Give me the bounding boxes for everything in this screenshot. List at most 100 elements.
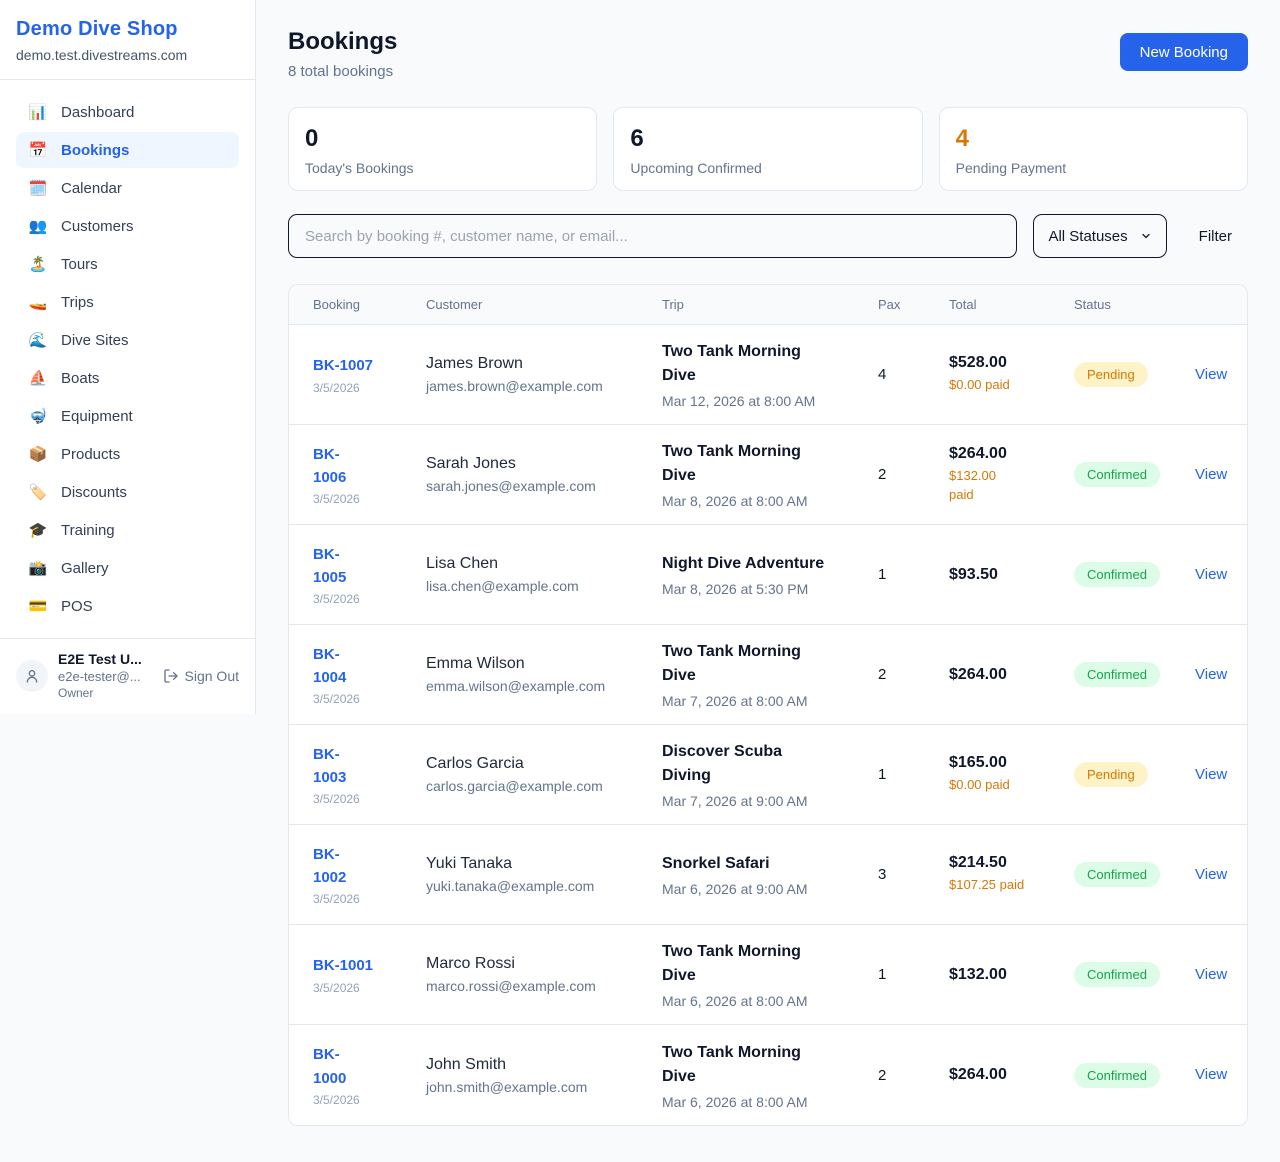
booking-date: 3/5/2026: [313, 981, 414, 995]
view-link[interactable]: View: [1195, 566, 1227, 583]
column-header-status: Status: [1074, 297, 1195, 312]
customer-name: Yuki Tanaka: [426, 855, 650, 873]
view-link[interactable]: View: [1195, 766, 1227, 783]
sidebar-item-label: Tours: [61, 256, 98, 273]
user-role: Owner: [58, 686, 142, 700]
sidebar-item-pos[interactable]: 💳 POS: [16, 588, 239, 624]
pax-count: 1: [878, 566, 949, 583]
status-badge: Confirmed: [1074, 562, 1160, 587]
sidebar-item-tours[interactable]: 🏝️ Tours: [16, 246, 239, 282]
nav-icon: 🤿: [28, 407, 48, 425]
filter-button[interactable]: Filter: [1183, 228, 1248, 245]
sign-out-button[interactable]: Sign Out: [163, 668, 239, 684]
pax-count: 1: [878, 766, 949, 783]
view-link[interactable]: View: [1195, 1066, 1227, 1083]
sign-out-label: Sign Out: [185, 668, 239, 684]
trip-name: Discover Scuba Diving: [662, 740, 866, 788]
trip-name: Snorkel Safari: [662, 852, 866, 876]
customer-name: Sarah Jones: [426, 455, 650, 473]
booking-id-link[interactable]: BK- 1004: [313, 643, 414, 690]
column-header-booking: Booking: [313, 297, 426, 312]
brand-title: Demo Dive Shop: [16, 18, 239, 41]
trip-cell: Night Dive Adventure Mar 8, 2026 at 5:30…: [662, 552, 878, 597]
trip-datetime: Mar 6, 2026 at 9:00 AM: [662, 881, 866, 897]
customer-email: lisa.chen@example.com: [426, 578, 650, 594]
nav-icon: 📊: [28, 103, 48, 121]
paid-amount: $132.00 paid: [949, 467, 1062, 505]
sidebar-item-bookings[interactable]: 📅 Bookings: [16, 132, 239, 168]
trip-datetime: Mar 8, 2026 at 5:30 PM: [662, 581, 866, 597]
booking-id-link[interactable]: BK-1007: [313, 354, 414, 377]
view-link[interactable]: View: [1195, 666, 1227, 683]
stat-label: Today's Bookings: [305, 160, 580, 176]
total-amount: $132.00: [949, 966, 1062, 984]
trip-name: Two Tank Morning Dive: [662, 340, 866, 388]
customer-cell: Lisa Chen lisa.chen@example.com: [426, 555, 662, 594]
trip-cell: Two Tank Morning Dive Mar 7, 2026 at 8:0…: [662, 640, 878, 709]
avatar: [16, 660, 48, 692]
customer-email: john.smith@example.com: [426, 1079, 650, 1095]
stat-value: 6: [630, 125, 905, 153]
sign-out-icon: [163, 668, 179, 684]
sidebar-item-calendar[interactable]: 🗓️ Calendar: [16, 170, 239, 206]
status-cell: Pending: [1074, 362, 1195, 387]
total-amount: $264.00: [949, 445, 1062, 463]
booking-id-link[interactable]: BK- 1000: [313, 1043, 414, 1090]
booking-id-link[interactable]: BK- 1006: [313, 443, 414, 490]
total-cell: $93.50: [949, 566, 1074, 584]
customer-name: Emma Wilson: [426, 655, 650, 673]
customer-cell: John Smith john.smith@example.com: [426, 1056, 662, 1095]
status-badge: Confirmed: [1074, 862, 1160, 887]
new-booking-button[interactable]: New Booking: [1120, 33, 1248, 71]
trip-cell: Two Tank Morning Dive Mar 8, 2026 at 8:0…: [662, 440, 878, 509]
sidebar-item-label: Training: [61, 522, 115, 539]
trip-cell: Discover Scuba Diving Mar 7, 2026 at 9:0…: [662, 740, 878, 809]
booking-date: 3/5/2026: [313, 592, 414, 606]
total-amount: $165.00: [949, 754, 1062, 772]
booking-id-link[interactable]: BK- 1005: [313, 543, 414, 590]
sidebar-item-equipment[interactable]: 🤿 Equipment: [16, 398, 239, 434]
sidebar-item-dive-sites[interactable]: 🌊 Dive Sites: [16, 322, 239, 358]
sidebar-item-boats[interactable]: ⛵ Boats: [16, 360, 239, 396]
sidebar-item-dashboard[interactable]: 📊 Dashboard: [16, 94, 239, 130]
table-row: BK- 1003 3/5/2026 Carlos Garcia carlos.g…: [289, 725, 1247, 825]
person-icon: [24, 668, 40, 684]
sidebar-item-label: Discounts: [61, 484, 127, 501]
view-link[interactable]: View: [1195, 366, 1227, 383]
stat-value: 0: [305, 125, 580, 153]
sidebar-item-label: Calendar: [61, 180, 122, 197]
sidebar-item-customers[interactable]: 👥 Customers: [16, 208, 239, 244]
search-input[interactable]: [288, 214, 1017, 258]
view-link[interactable]: View: [1195, 466, 1227, 483]
sidebar-item-discounts[interactable]: 🏷️ Discounts: [16, 474, 239, 510]
paid-amount: $107.25 paid: [949, 876, 1062, 895]
customer-name: John Smith: [426, 1056, 650, 1074]
view-link[interactable]: View: [1195, 866, 1227, 883]
user-name: E2E Test U...: [58, 651, 142, 667]
nav-icon: 💳: [28, 597, 48, 615]
booking-id-link[interactable]: BK- 1003: [313, 743, 414, 790]
sidebar-item-training[interactable]: 🎓 Training: [16, 512, 239, 548]
pax-count: 3: [878, 866, 949, 883]
trip-datetime: Mar 6, 2026 at 8:00 AM: [662, 993, 866, 1009]
user-email: e2e-tester@...: [58, 669, 142, 684]
pax-count: 2: [878, 666, 949, 683]
booking-id-link[interactable]: BK-1001: [313, 954, 414, 977]
trip-cell: Two Tank Morning Dive Mar 12, 2026 at 8:…: [662, 340, 878, 409]
sidebar-item-gallery[interactable]: 📸 Gallery: [16, 550, 239, 586]
status-filter-select[interactable]: All Statuses: [1033, 214, 1166, 258]
sidebar-item-label: Trips: [61, 294, 94, 311]
sidebar-item-label: POS: [61, 598, 93, 615]
stat-value: 4: [956, 125, 1231, 153]
column-header-total: Total: [949, 297, 1074, 312]
view-link[interactable]: View: [1195, 966, 1227, 983]
nav-icon: 🏷️: [28, 483, 48, 501]
booking-date: 3/5/2026: [313, 892, 414, 906]
sidebar-user-footer: E2E Test U... e2e-tester@... Owner Sign …: [0, 638, 255, 714]
total-cell: $132.00: [949, 966, 1074, 984]
booking-id-link[interactable]: BK- 1002: [313, 843, 414, 890]
pax-count: 2: [878, 466, 949, 483]
sidebar-item-products[interactable]: 📦 Products: [16, 436, 239, 472]
sidebar-item-trips[interactable]: 🚤 Trips: [16, 284, 239, 320]
customer-email: emma.wilson@example.com: [426, 678, 650, 694]
